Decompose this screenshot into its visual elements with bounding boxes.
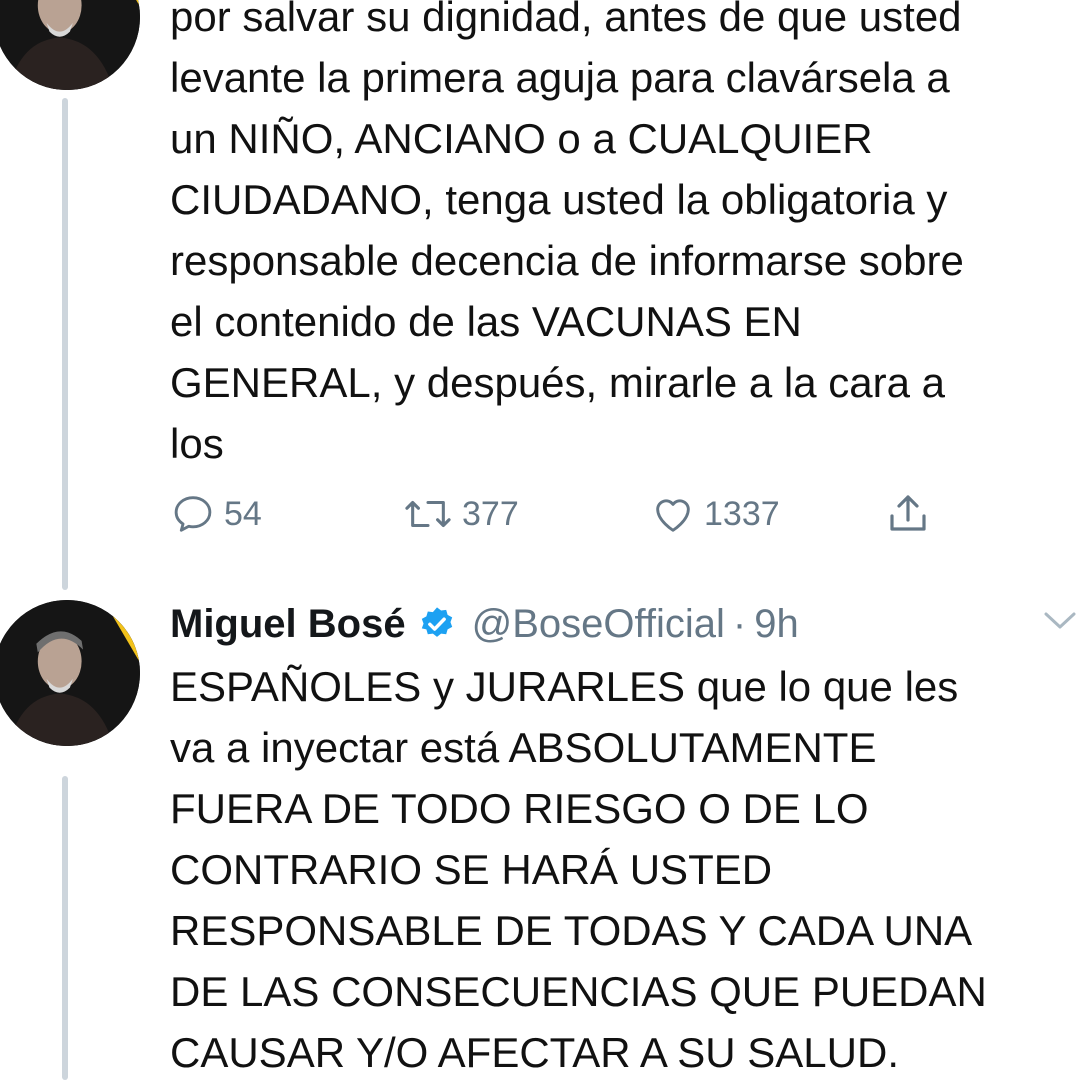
like-button[interactable]: 1337 xyxy=(650,484,780,544)
avatar[interactable] xyxy=(0,600,140,746)
author-handle[interactable]: @BoseOfficial xyxy=(472,602,725,647)
author-name[interactable]: Miguel Bosé xyxy=(170,602,406,647)
avatar-photo xyxy=(0,600,140,746)
tweet-timestamp[interactable]: 9h xyxy=(754,602,799,647)
separator-dot: · xyxy=(732,601,747,646)
tweet-text: por salvar su dignidad, antes de que ust… xyxy=(170,0,964,467)
retweet-icon xyxy=(405,500,451,528)
retweet-count: 377 xyxy=(462,494,519,533)
avatar-photo xyxy=(0,0,140,90)
tweet-actions: 54 377 1337 xyxy=(170,484,950,544)
reply-count: 54 xyxy=(224,494,262,533)
reply-button[interactable]: 54 xyxy=(170,484,262,544)
share-button[interactable] xyxy=(884,484,932,544)
thread-line xyxy=(62,776,68,1080)
like-count: 1337 xyxy=(704,494,780,533)
retweet-button[interactable]: 377 xyxy=(402,484,519,544)
verified-badge-icon xyxy=(421,607,452,637)
share-icon xyxy=(890,495,926,531)
like-icon xyxy=(656,499,690,532)
tweet-header: Miguel Bosé @BoseOfficial · 9h xyxy=(170,596,799,652)
chevron-down-icon[interactable] xyxy=(1040,606,1080,636)
thread-line xyxy=(62,98,68,590)
reply-icon xyxy=(174,496,212,532)
avatar[interactable] xyxy=(0,0,140,90)
tweet-text: ESPAÑOLES y JURARLES que lo que les va a… xyxy=(170,663,987,1076)
